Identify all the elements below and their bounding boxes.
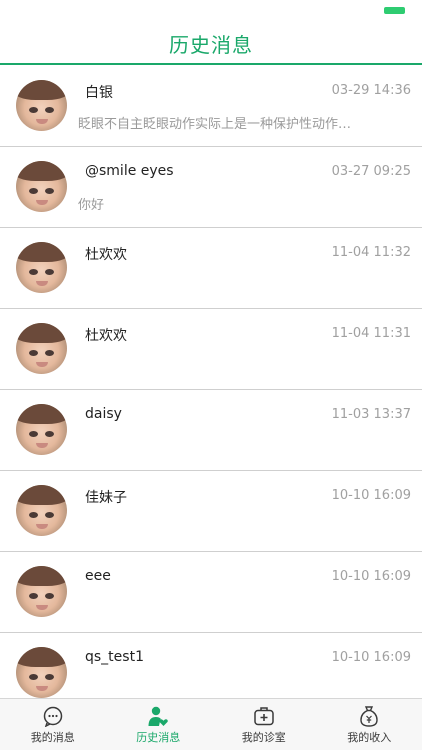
nav-bar: 历史消息 [0,20,422,65]
message-preview: 眨眼不自主眨眼动作实际上是一种保护性动作，... [78,117,362,132]
tab-label: 我的收入 [347,731,392,744]
message-sender: 白银 [85,85,113,101]
message-row[interactable]: qs_test1 10-10 16:09 [0,633,422,699]
avatar [16,485,67,536]
message-sender: qs_test1 [85,649,144,665]
message-row[interactable]: eee 10-10 16:09 [0,552,422,633]
page-title: 历史消息 [169,33,253,57]
message-sender: @smile eyes [85,163,174,179]
tab-my-income[interactable]: 我的收入 [317,699,422,750]
tab-bar: 我的消息 历史消息 我的诊室 我的收入 [0,698,422,750]
avatar [16,323,67,374]
money-bag-icon [360,706,378,727]
message-sender: 杜欢欢 [85,247,127,263]
message-time: 10-10 16:09 [331,488,411,503]
person-heart-icon [148,706,169,726]
avatar [16,161,67,212]
avatar [16,404,67,455]
tab-label: 历史消息 [136,731,181,744]
tab-history-messages[interactable]: 历史消息 [106,699,212,750]
message-row[interactable]: daisy 11-03 13:37 [0,390,422,471]
message-row[interactable]: 白银 03-29 14:36 眨眼不自主眨眼动作实际上是一种保护性动作，... [0,66,422,147]
message-row[interactable]: 佳妹子 10-10 16:09 [0,471,422,552]
tab-my-messages[interactable]: 我的消息 [0,699,106,750]
chat-bubble-icon [43,706,62,727]
battery-icon [384,7,405,14]
message-preview: 你好 [78,198,105,213]
message-sender: 佳妹子 [85,490,127,506]
avatar [16,566,67,617]
avatar [16,80,67,131]
message-time: 03-29 14:36 [331,83,411,98]
message-row[interactable]: @smile eyes 03-27 09:25 你好 [0,147,422,228]
screen: 历史消息 白银 03-29 14:36 眨眼不自主眨眼动作实际上是一种保护性动作… [0,0,422,750]
avatar [16,647,67,698]
message-time: 11-04 11:31 [331,326,411,341]
avatar [16,242,67,293]
tab-label: 我的诊室 [241,731,286,744]
tab-my-clinic[interactable]: 我的诊室 [211,699,317,750]
message-time: 11-03 13:37 [331,407,411,422]
message-row[interactable]: 杜欢欢 11-04 11:32 [0,228,422,309]
message-time: 03-27 09:25 [331,164,411,179]
message-row[interactable]: 杜欢欢 11-04 11:31 [0,309,422,390]
tab-label: 我的消息 [30,731,75,744]
message-time: 10-10 16:09 [331,569,411,584]
message-sender: eee [85,568,111,584]
status-bar [0,0,422,20]
medical-kit-icon [254,707,274,726]
message-time: 10-10 16:09 [331,650,411,665]
message-time: 11-04 11:32 [331,245,411,260]
message-list[interactable]: 白银 03-29 14:36 眨眼不自主眨眼动作实际上是一种保护性动作，... … [0,66,422,699]
message-sender: 杜欢欢 [85,328,127,344]
message-sender: daisy [85,406,122,422]
